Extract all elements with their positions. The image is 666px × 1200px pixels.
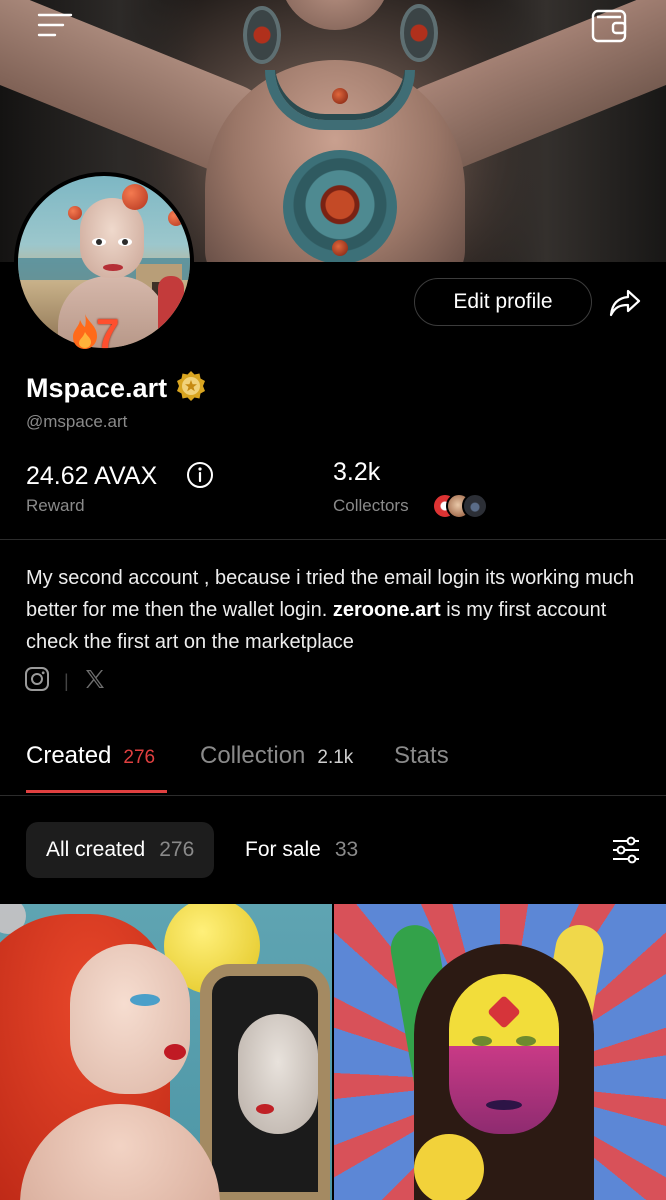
divider bbox=[0, 539, 666, 540]
collector-avatar bbox=[462, 493, 488, 519]
reward-label: Reward bbox=[26, 496, 85, 515]
tab-label: Created bbox=[26, 742, 112, 769]
wallet-button[interactable] bbox=[584, 2, 634, 48]
profile-bio: My second account , because i tried the … bbox=[26, 562, 646, 658]
filter-label: All created bbox=[46, 838, 146, 861]
streak-count: 7 bbox=[96, 310, 120, 357]
menu-icon bbox=[37, 13, 73, 37]
filter-count: 276 bbox=[159, 838, 195, 861]
social-separator: | bbox=[64, 671, 69, 691]
display-name: Mspace.art bbox=[26, 372, 168, 403]
filter-count: 33 bbox=[334, 838, 359, 861]
x-icon[interactable] bbox=[83, 667, 107, 696]
instagram-icon[interactable] bbox=[24, 666, 50, 697]
filter-label: For sale bbox=[245, 838, 321, 861]
sliders-icon bbox=[613, 836, 639, 864]
share-icon bbox=[609, 289, 641, 317]
artwork-card[interactable] bbox=[334, 904, 666, 1200]
streak-badge: 7 bbox=[70, 310, 119, 358]
active-tab-indicator bbox=[26, 790, 167, 793]
menu-button[interactable] bbox=[30, 4, 80, 46]
wallet-icon bbox=[591, 9, 627, 43]
user-handle: @mspace.art bbox=[26, 412, 128, 431]
social-links: | bbox=[24, 666, 107, 697]
filter-all-created[interactable]: All created 276 bbox=[26, 822, 215, 878]
tab-stats[interactable]: Stats bbox=[394, 742, 449, 776]
name-row: Mspace.art bbox=[26, 368, 207, 408]
collectors-label[interactable]: Collectors bbox=[333, 496, 409, 516]
tab-created[interactable]: Created 276 bbox=[26, 742, 155, 776]
tab-collection[interactable]: Collection 2.1k bbox=[200, 742, 353, 776]
tab-count: 2.1k bbox=[317, 747, 354, 768]
tab-label: Stats bbox=[394, 742, 449, 769]
collectors-value[interactable]: 3.2k bbox=[333, 458, 380, 487]
verified-badge-icon bbox=[175, 370, 207, 407]
collector-avatars[interactable] bbox=[432, 493, 502, 519]
edit-profile-button[interactable]: Edit profile bbox=[414, 278, 592, 326]
reward-value: 24.62 AVAX bbox=[26, 462, 158, 490]
share-button[interactable] bbox=[603, 283, 647, 323]
info-icon[interactable] bbox=[186, 461, 214, 489]
filter-for-sale[interactable]: For sale 33 bbox=[225, 822, 378, 878]
divider bbox=[0, 795, 666, 796]
tab-label: Collection bbox=[200, 742, 306, 769]
bio-link[interactable]: zeroone.art bbox=[333, 599, 441, 621]
artwork-card[interactable] bbox=[0, 904, 332, 1200]
tab-count: 276 bbox=[123, 747, 156, 768]
filter-settings-button[interactable] bbox=[604, 830, 648, 870]
